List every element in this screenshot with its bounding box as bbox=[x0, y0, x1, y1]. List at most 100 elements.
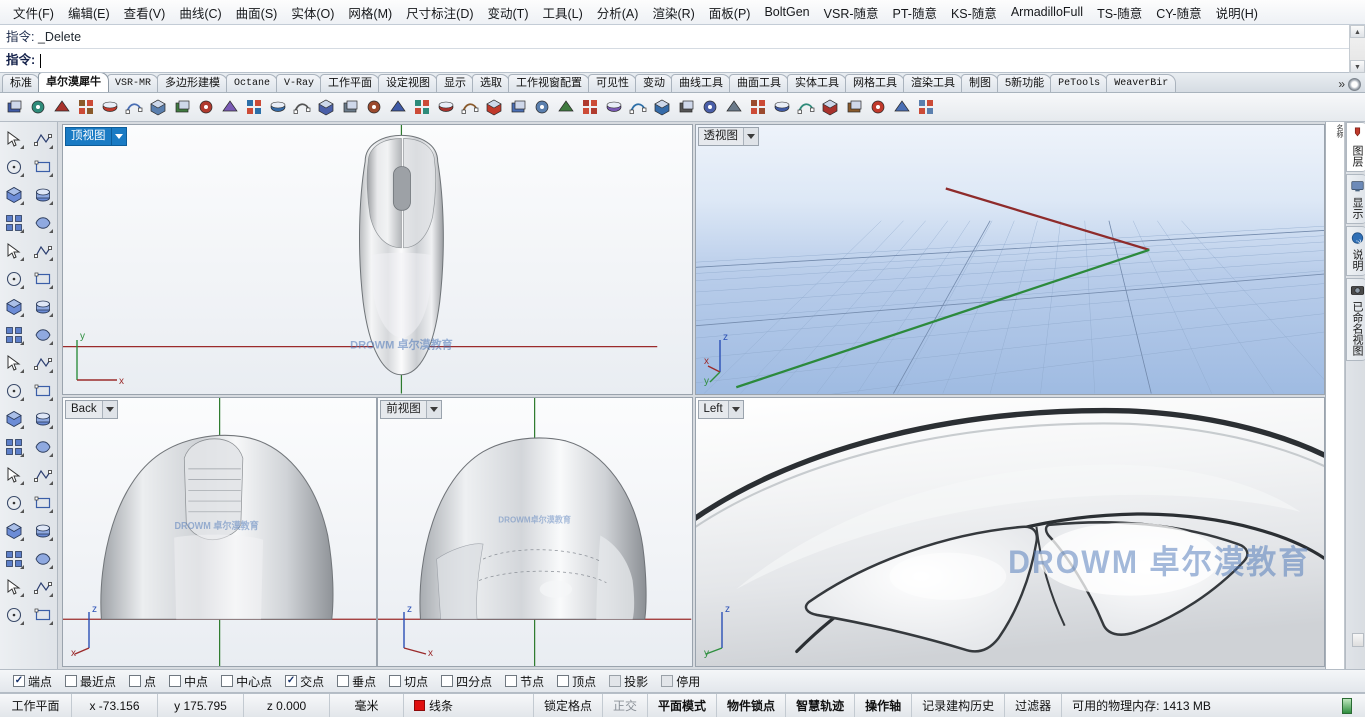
checkbox[interactable] bbox=[221, 675, 234, 687]
sphere-texture-icon[interactable] bbox=[75, 96, 97, 118]
menu-item-1[interactable]: 编辑(E) bbox=[61, 0, 117, 25]
menu-item-20[interactable]: 说明(H) bbox=[1209, 0, 1265, 25]
boolean-union-icon[interactable] bbox=[2, 351, 26, 375]
viewport-perspective[interactable]: z x y 透视图 bbox=[694, 124, 1325, 395]
point-deviation-icon[interactable] bbox=[267, 96, 289, 118]
mirror-icon[interactable] bbox=[2, 575, 26, 599]
toolbar-tab-12[interactable]: 变动 bbox=[635, 74, 674, 92]
osnap-投影[interactable]: 投影 bbox=[604, 673, 653, 690]
offset-curve-icon[interactable] bbox=[31, 435, 55, 459]
diamond-icon[interactable] bbox=[483, 96, 505, 118]
menu-item-2[interactable]: 查看(V) bbox=[117, 0, 173, 25]
checker-pattern-icon[interactable] bbox=[291, 96, 313, 118]
cap-solid-icon[interactable] bbox=[2, 519, 26, 543]
split-icon[interactable] bbox=[31, 379, 55, 403]
status-toggle-物件锁点[interactable]: 物件锁点 bbox=[717, 694, 787, 717]
command-scrollbar[interactable]: ▲ ▼ bbox=[1349, 25, 1365, 73]
curve-points-icon[interactable] bbox=[723, 96, 745, 118]
mesh-split-icon[interactable] bbox=[819, 96, 841, 118]
mesh-drape-icon[interactable] bbox=[867, 96, 889, 118]
viewport-perspective-canvas[interactable]: z x y bbox=[695, 125, 1325, 394]
toolbar-tab-3[interactable]: 多边形建模 bbox=[157, 74, 229, 92]
chevron-down-icon[interactable] bbox=[743, 128, 758, 145]
control-point-curve-icon[interactable] bbox=[31, 155, 55, 179]
osnap-垂点[interactable]: 垂点 bbox=[332, 673, 381, 690]
checkbox[interactable] bbox=[337, 675, 350, 687]
toolbar-tab-14[interactable]: 曲面工具 bbox=[729, 74, 790, 92]
box-solid-icon[interactable] bbox=[2, 295, 26, 319]
polysurface-icon[interactable] bbox=[315, 96, 337, 118]
scroll-up-button[interactable]: ▲ bbox=[1350, 25, 1365, 38]
menu-item-13[interactable]: BoltGen bbox=[757, 2, 816, 22]
fillet-curve-icon[interactable] bbox=[3, 96, 25, 118]
osnap-节点[interactable]: 节点 bbox=[500, 673, 549, 690]
cylinder-solid-icon[interactable] bbox=[2, 323, 26, 347]
checkbox[interactable] bbox=[285, 675, 298, 687]
viewport-top-canvas[interactable]: DROWM 卓尔漠教育 y x bbox=[63, 125, 692, 394]
array-grid-icon[interactable] bbox=[2, 547, 26, 571]
checkbox[interactable] bbox=[169, 675, 182, 687]
toolbar-tab-17[interactable]: 渲染工具 bbox=[903, 74, 964, 92]
box-edit-icon[interactable] bbox=[27, 96, 49, 118]
toolbar-tab-9[interactable]: 选取 bbox=[472, 74, 511, 92]
status-toggle-锁定格点[interactable]: 锁定格点 bbox=[534, 694, 604, 717]
cube-unwrap-icon[interactable] bbox=[603, 96, 625, 118]
viewport-front[interactable]: DROWM卓尔漠教育 z x 前视图 bbox=[377, 396, 693, 667]
toolbar-tab-10[interactable]: 工作视窗配置 bbox=[508, 74, 591, 92]
right-panel-tab-图层[interactable]: 图层 bbox=[1346, 122, 1365, 172]
status-toggle-操作轴[interactable]: 操作轴 bbox=[855, 694, 913, 717]
circle-icon[interactable] bbox=[2, 183, 26, 207]
select-arrow-icon[interactable] bbox=[2, 127, 26, 151]
surface-points-icon[interactable] bbox=[2, 267, 26, 291]
checkbox[interactable] bbox=[661, 675, 674, 687]
osnap-切点[interactable]: 切点 bbox=[384, 673, 433, 690]
polygon-icon[interactable] bbox=[2, 239, 26, 263]
toolbar-tab-21[interactable]: WeaverBir bbox=[1106, 74, 1177, 92]
menu-item-4[interactable]: 曲面(S) bbox=[229, 0, 285, 25]
viewport-back[interactable]: DROWM 卓尔漠教育 z x Back bbox=[62, 396, 378, 667]
status-toggle-正交[interactable]: 正交 bbox=[603, 694, 649, 717]
toolbar-tab-5[interactable]: V-Ray bbox=[276, 74, 323, 92]
toolbar-tab-4[interactable]: Octane bbox=[226, 74, 279, 92]
face-icon[interactable] bbox=[627, 96, 649, 118]
status-units[interactable]: 毫米 bbox=[330, 694, 404, 717]
render-preview-icon[interactable] bbox=[171, 96, 193, 118]
status-toggle-智慧轨迹[interactable]: 智慧轨迹 bbox=[786, 694, 856, 717]
toolbar-tab-6[interactable]: 工作平面 bbox=[320, 74, 381, 92]
text-icon[interactable] bbox=[2, 463, 26, 487]
status-toggle-过滤器[interactable]: 过滤器 bbox=[1005, 694, 1063, 717]
tabstrip-overflow[interactable]: » bbox=[1334, 77, 1365, 92]
menu-item-12[interactable]: 面板(P) bbox=[702, 0, 758, 25]
shade-object-icon[interactable] bbox=[2, 603, 26, 627]
rectangle-icon[interactable] bbox=[31, 211, 55, 235]
cylinder-icon[interactable] bbox=[459, 96, 481, 118]
polyline-icon[interactable] bbox=[2, 155, 26, 179]
viewport-perspective-title[interactable]: 透视图 bbox=[697, 127, 759, 146]
osnap-最近点[interactable]: 最近点 bbox=[60, 673, 121, 690]
extrude-plane-icon[interactable] bbox=[31, 519, 55, 543]
viewport-left-canvas[interactable]: DROWM 卓尔漠教育 z y bbox=[695, 397, 1325, 666]
rotate-icon[interactable] bbox=[31, 491, 55, 515]
toolbar-tab-16[interactable]: 网格工具 bbox=[845, 74, 906, 92]
curve-handle-icon[interactable] bbox=[891, 96, 913, 118]
drop-cube-icon[interactable] bbox=[843, 96, 865, 118]
right-panel-tab-说明[interactable]: ? 说明 bbox=[1346, 226, 1365, 276]
menu-item-15[interactable]: PT-随意 bbox=[886, 0, 944, 25]
menu-item-17[interactable]: ArmadilloFull bbox=[1004, 2, 1090, 22]
status-toggle-平面模式[interactable]: 平面模式 bbox=[648, 694, 718, 717]
extrude-icon[interactable] bbox=[51, 96, 73, 118]
blend-icon[interactable] bbox=[915, 96, 937, 118]
checkbox[interactable] bbox=[65, 675, 78, 687]
viewport-left-title[interactable]: Left bbox=[697, 399, 744, 419]
menu-item-16[interactable]: KS-随意 bbox=[944, 0, 1004, 25]
curvature-graph-icon[interactable] bbox=[195, 96, 217, 118]
status-cplane[interactable]: 工作平面 bbox=[0, 694, 72, 717]
check-icon[interactable] bbox=[31, 575, 55, 599]
sweep-surface-icon[interactable] bbox=[31, 267, 55, 291]
layers-list-column[interactable]: 名称 bbox=[1326, 122, 1345, 669]
chevron-down-icon[interactable] bbox=[727, 400, 743, 418]
rainbow-zebra-icon[interactable] bbox=[219, 96, 241, 118]
offset-surface-icon[interactable] bbox=[795, 96, 817, 118]
menu-item-7[interactable]: 尺寸标注(D) bbox=[399, 0, 480, 25]
viewport-back-title[interactable]: Back bbox=[65, 399, 118, 419]
